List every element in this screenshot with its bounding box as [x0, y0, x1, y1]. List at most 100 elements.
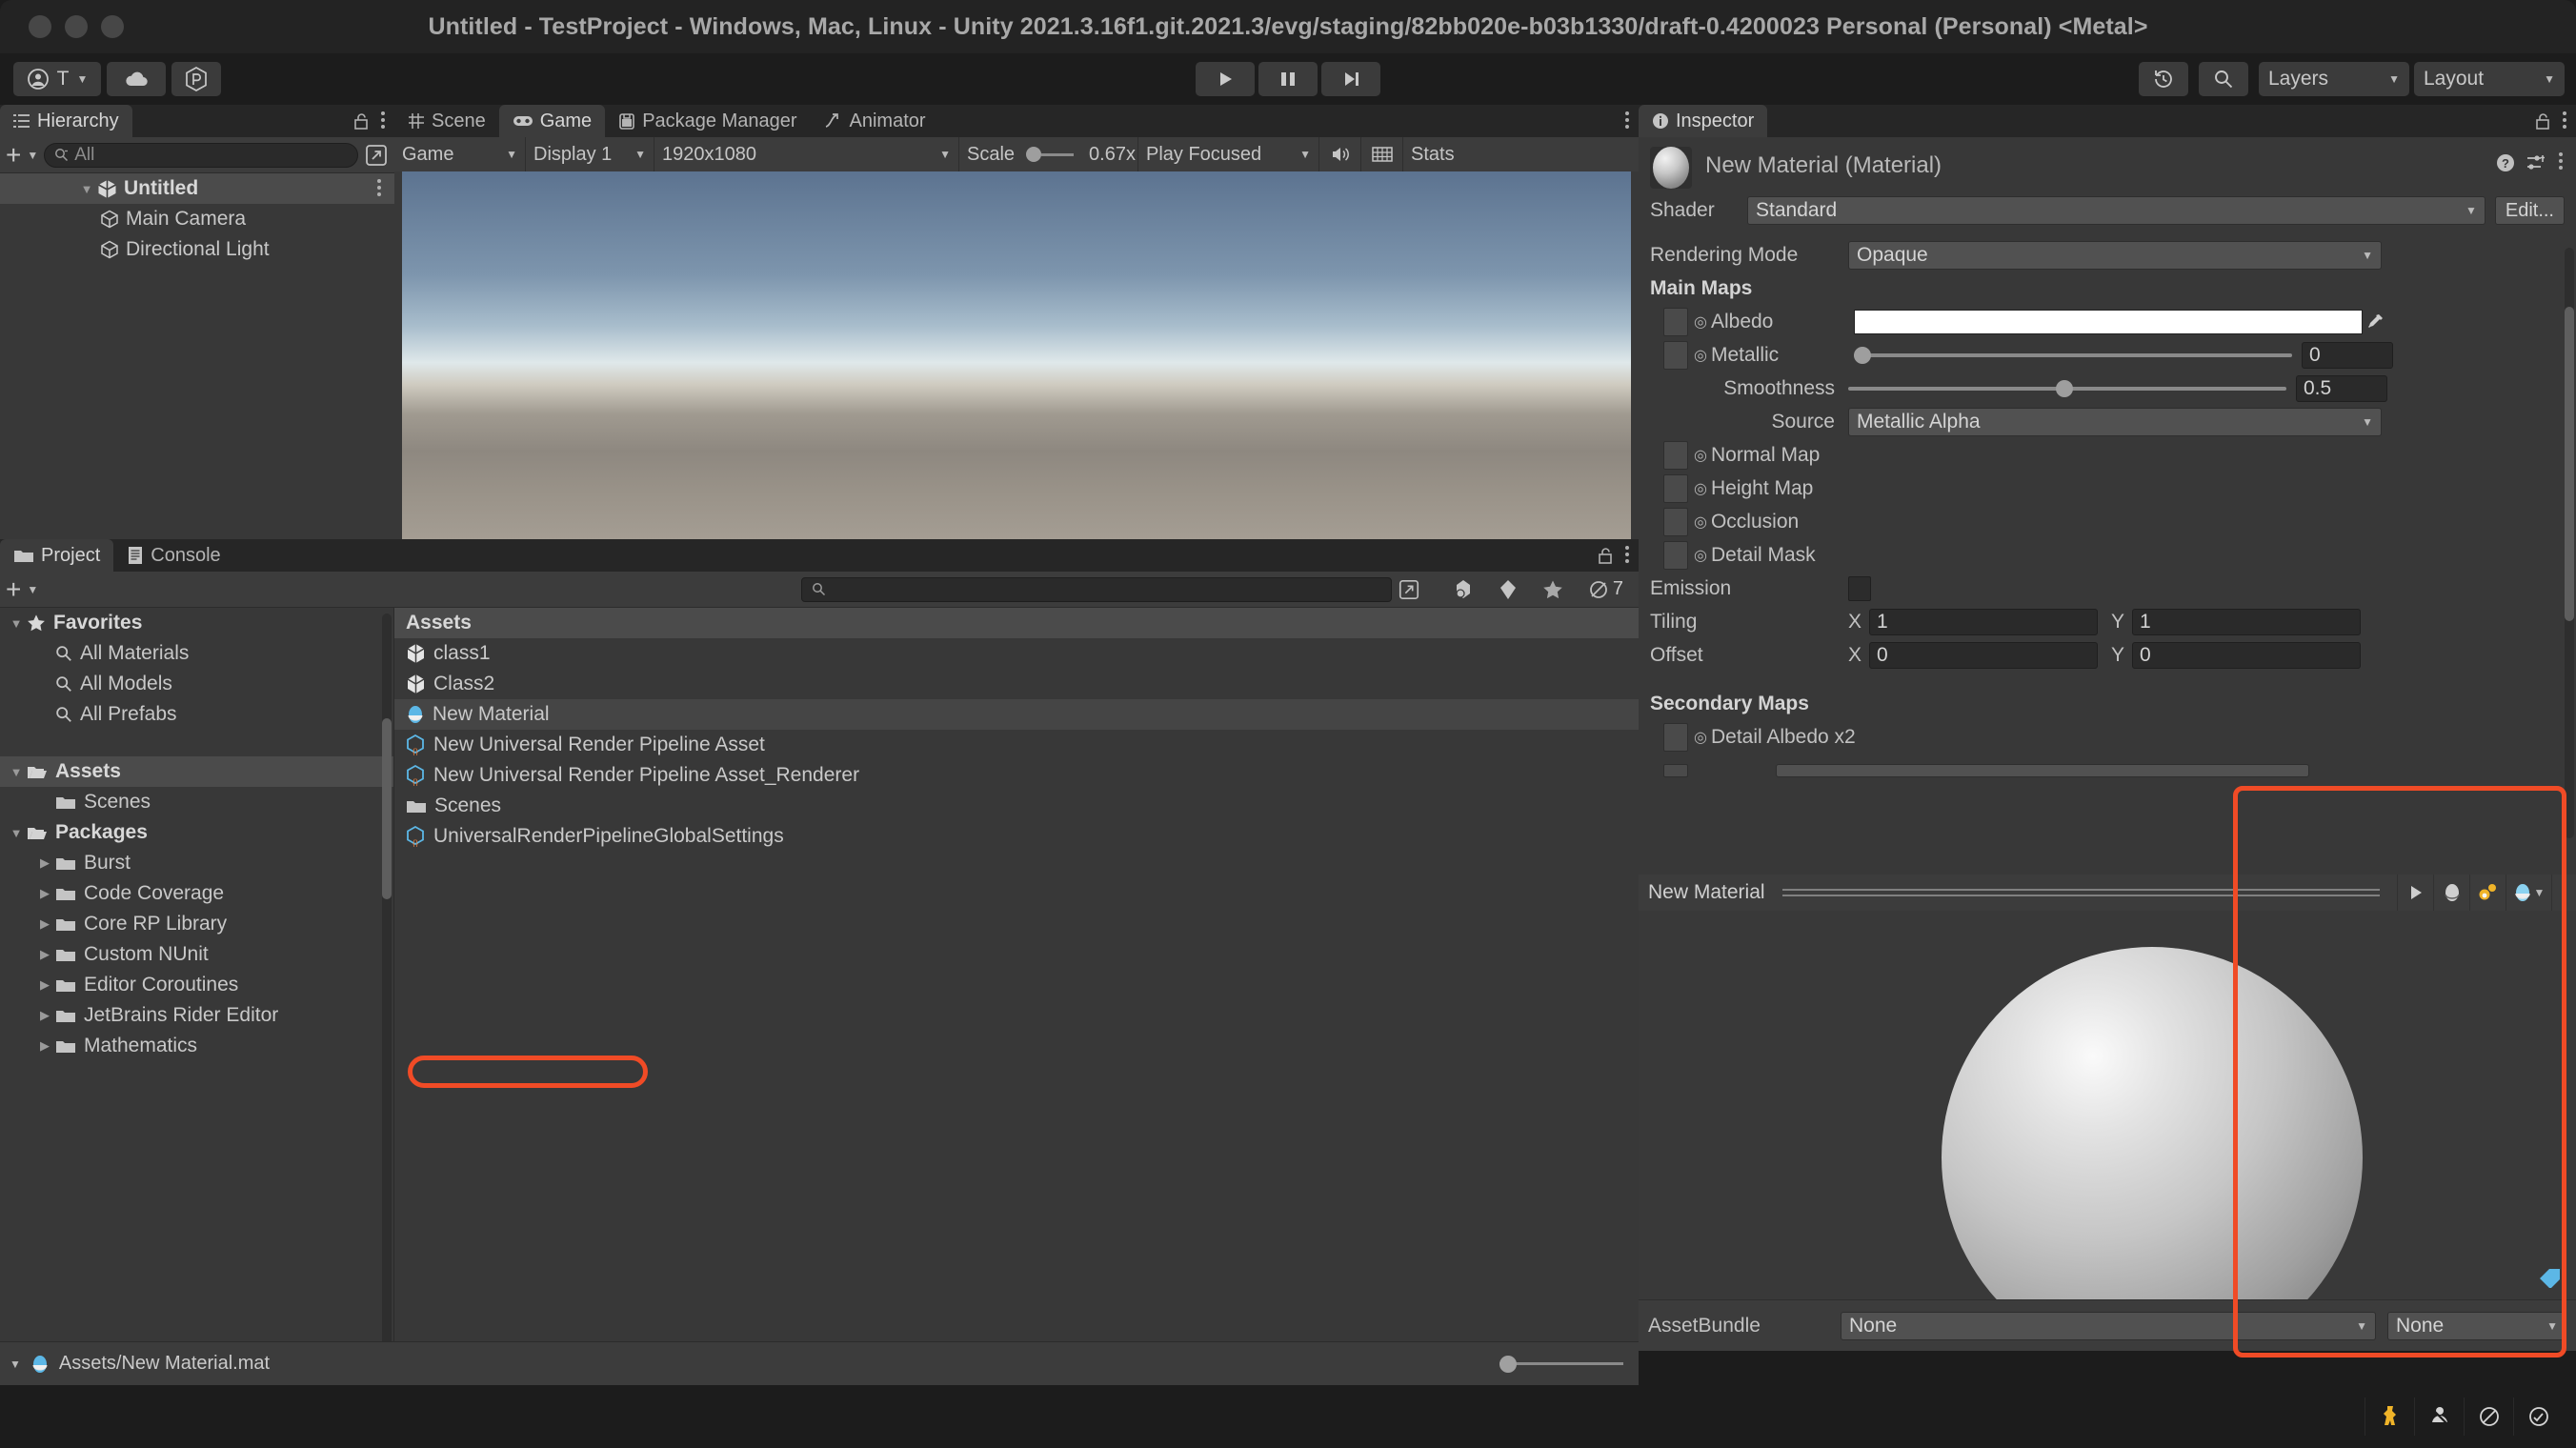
chevron-down-icon[interactable]: ▼	[27, 583, 38, 596]
asset-row-urp-global-settings[interactable]: {} UniversalRenderPipelineGlobalSettings	[394, 821, 1639, 852]
project-tree-item-all-prefabs[interactable]: All Prefabs	[0, 699, 393, 730]
project-tree-item-scenes[interactable]: Scenes	[0, 787, 393, 817]
chevron-down-icon[interactable]: ▼	[76, 182, 97, 196]
step-button[interactable]	[1321, 62, 1380, 96]
project-tree-scrollbar-thumb[interactable]	[382, 718, 392, 899]
kebab-menu-icon[interactable]	[2563, 111, 2568, 131]
project-tree-item-editor-coroutines[interactable]: ▶ Editor Coroutines	[0, 970, 393, 1000]
occlusion-texture-slot[interactable]	[1663, 507, 1688, 536]
tab-project[interactable]: Project	[0, 539, 114, 572]
offset-x-field[interactable]: 0	[1869, 641, 2098, 669]
preset-sliders-icon[interactable]	[2526, 153, 2547, 172]
offset-y-field[interactable]: 0	[2132, 641, 2361, 669]
tab-animator[interactable]: Animator	[810, 105, 939, 137]
smoothness-slider-knob[interactable]	[2056, 379, 2073, 397]
height-map-texture-slot[interactable]	[1663, 473, 1688, 503]
game-render-canvas[interactable]	[402, 171, 1631, 539]
asset-row-scenes[interactable]: Scenes	[394, 791, 1639, 821]
source-dropdown[interactable]: Metallic Alpha ▼	[1848, 407, 2382, 436]
material-preview-stage[interactable]	[1639, 911, 2576, 1299]
gameview-mode-dropdown[interactable]: Game ▼	[394, 137, 526, 171]
kebab-menu-icon[interactable]	[1625, 111, 1631, 131]
pause-button[interactable]	[1258, 62, 1318, 96]
normal-map-override-icon[interactable]: ◎	[1694, 446, 1707, 465]
gameview-mute-button[interactable]	[1319, 137, 1361, 171]
detail-mask-texture-slot[interactable]	[1663, 540, 1688, 570]
chevron-down-icon[interactable]: ▼	[10, 1358, 21, 1371]
albedo-color-field[interactable]	[1853, 309, 2387, 334]
gameview-playmode-dropdown[interactable]: Play Focused ▼	[1138, 137, 1319, 171]
shader-dropdown[interactable]: Standard ▼	[1747, 196, 2485, 225]
smoothness-slider[interactable]	[1848, 376, 2286, 401]
tab-scene[interactable]: Scene	[394, 105, 499, 137]
project-tree-item-assets[interactable]: ▼ Assets	[0, 756, 393, 787]
chevron-right-icon[interactable]: ▶	[34, 1038, 55, 1054]
hierarchy-item-directional-light[interactable]: Directional Light	[0, 234, 394, 265]
lock-open-icon[interactable]	[1598, 547, 1614, 565]
project-tree-item-packages[interactable]: ▼ Packages	[0, 817, 393, 848]
tab-console[interactable]: Console	[113, 539, 234, 572]
tab-package-manager[interactable]: Package Manager	[605, 105, 811, 137]
account-badge-icon[interactable]	[2513, 1398, 2563, 1436]
star-icon[interactable]	[1542, 579, 1563, 600]
project-tree-item-mathematics[interactable]: ▶ Mathematics	[0, 1031, 393, 1061]
search-button[interactable]	[2199, 62, 2248, 96]
shader-edit-button[interactable]: Edit...	[2494, 196, 2565, 225]
tiling-y-field[interactable]: 1	[2132, 608, 2361, 635]
unity-cloud-mascot-icon[interactable]	[2365, 1398, 2414, 1436]
help-circle-icon[interactable]: ?	[2496, 153, 2515, 172]
metallic-slider-knob[interactable]	[1853, 346, 1871, 364]
filter-by-type-icon[interactable]	[1453, 578, 1474, 601]
project-tree-scrollbar[interactable]	[382, 613, 392, 1395]
filter-by-label-icon[interactable]	[1499, 578, 1518, 601]
kebab-menu-icon[interactable]	[1625, 545, 1631, 566]
metallic-texture-slot[interactable]	[1663, 340, 1688, 370]
gameview-display-dropdown[interactable]: Display 1 ▼	[526, 137, 654, 171]
gameview-scale-slider[interactable]: Scale 0.67x	[959, 137, 1138, 171]
preview-shape-button[interactable]	[2433, 875, 2469, 911]
scale-slider-track[interactable]	[1026, 147, 1075, 162]
asset-row-new-urp-asset[interactable]: {} New Universal Render Pipeline Asset	[394, 730, 1639, 760]
preview-menu-button[interactable]	[2551, 875, 2576, 911]
collab-icon[interactable]	[2414, 1398, 2464, 1436]
inspector-scrollbar[interactable]	[2565, 248, 2574, 838]
tab-inspector[interactable]: Inspector	[1639, 105, 1768, 137]
play-button[interactable]	[1196, 62, 1255, 96]
chevron-right-icon[interactable]: ▶	[34, 886, 55, 901]
project-tree-item-jetbrains-rider-editor[interactable]: ▶ JetBrains Rider Editor	[0, 1000, 393, 1031]
normal-map-texture-slot[interactable]	[1663, 440, 1688, 470]
chevron-down-icon[interactable]: ▼	[6, 765, 27, 779]
detail-albedo-override-icon[interactable]: ◎	[1694, 728, 1707, 747]
smoothness-value-field[interactable]: 0.5	[2296, 374, 2387, 402]
preview-play-button[interactable]	[2397, 875, 2433, 911]
tiling-x-field[interactable]: 1	[1869, 608, 2098, 635]
albedo-texture-slot[interactable]	[1663, 307, 1688, 336]
no-sound-icon[interactable]	[2464, 1398, 2513, 1436]
albedo-color-swatch[interactable]	[1853, 309, 2363, 334]
project-tree-item-custom-nunit[interactable]: ▶ Custom NUnit	[0, 939, 393, 970]
occlusion-override-icon[interactable]: ◎	[1694, 513, 1707, 532]
emission-toggle[interactable]	[1848, 575, 1871, 601]
chevron-right-icon[interactable]: ▶	[34, 977, 55, 993]
project-tree-item-burst[interactable]: ▶ Burst	[0, 848, 393, 878]
asset-row-new-urp-asset-renderer[interactable]: {} New Universal Render Pipeline Asset_R…	[394, 760, 1639, 791]
asset-row-new-material[interactable]: New Material	[394, 699, 1639, 730]
hierarchy-item-main-camera[interactable]: Main Camera	[0, 204, 394, 234]
cloud-button[interactable]	[107, 62, 166, 96]
hierarchy-item-untitled[interactable]: ▼ Untitled	[0, 173, 394, 204]
preview-lighting-button[interactable]	[2469, 875, 2506, 911]
chevron-right-icon[interactable]: ▶	[34, 916, 55, 932]
gameview-resolution-dropdown[interactable]: 1920x1080 ▼	[654, 137, 959, 171]
metallic-value-field[interactable]: 0	[2301, 341, 2393, 369]
project-tree-item-code-coverage[interactable]: ▶ Code Coverage	[0, 878, 393, 909]
chevron-down-icon[interactable]: ▼	[6, 826, 27, 840]
metallic-override-icon[interactable]: ◎	[1694, 346, 1707, 365]
detail-albedo-texture-slot[interactable]	[1663, 722, 1688, 752]
project-tree-item-core-rp-library[interactable]: ▶ Core RP Library	[0, 909, 393, 939]
inspector-scrollbar-thumb[interactable]	[2565, 307, 2574, 621]
asset-row-class1[interactable]: class1	[394, 638, 1639, 669]
gameview-gizmos-button[interactable]	[1361, 137, 1403, 171]
layers-dropdown[interactable]: Layers ▼	[2259, 62, 2409, 96]
undo-history-button[interactable]	[2139, 62, 2188, 96]
open-in-new-icon[interactable]	[364, 143, 389, 168]
